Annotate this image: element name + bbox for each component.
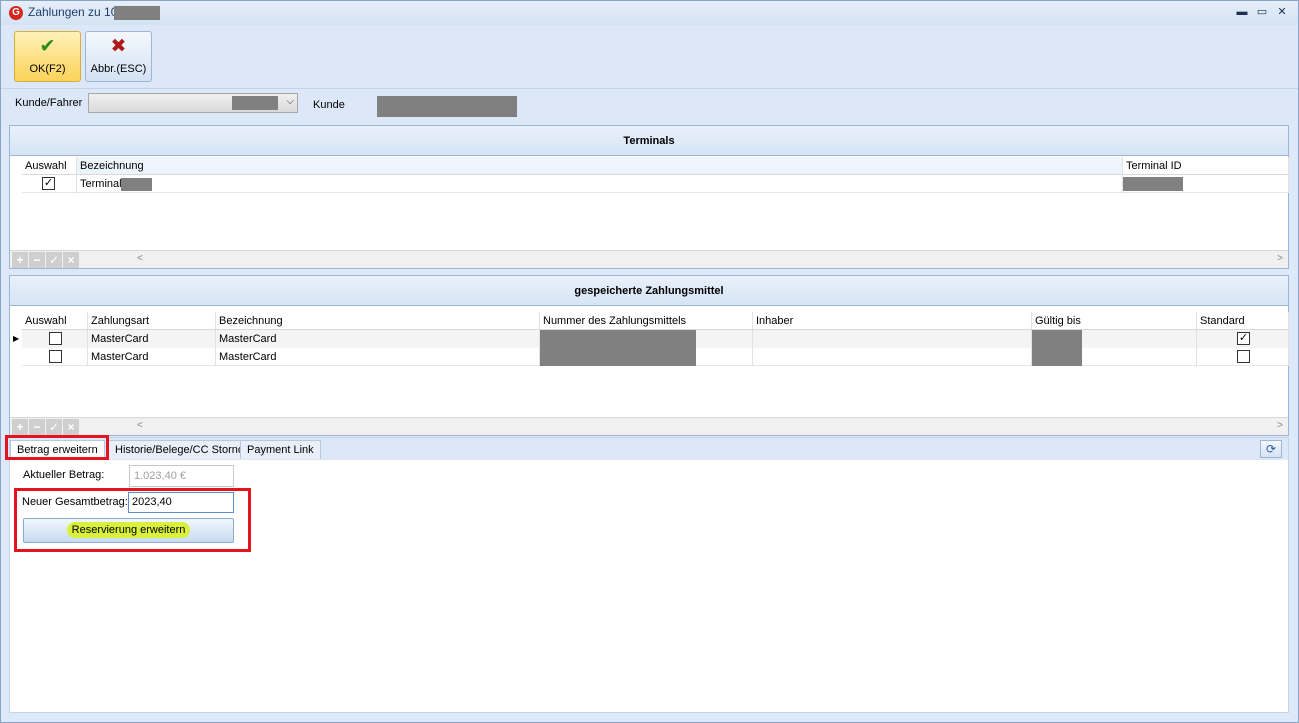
cross-icon: ✖ [110,36,127,57]
payment-select-checkbox[interactable] [49,332,62,345]
ok-button[interactable]: ✔ OK(F2) [14,31,81,82]
payment-methods-grid: Auswahl Zahlungsart Bezeichnung Nummer d… [10,312,1289,418]
column-header-inhaber[interactable]: Inhaber [753,312,1032,330]
terminal-id-cell[interactable] [1123,175,1289,193]
terminals-grid: Auswahl Bezeichnung Terminal ID ✓ Termin… [10,157,1289,251]
column-header-nummer[interactable]: Nummer des Zahlungsmittels [540,312,753,330]
payment-holder-cell[interactable] [753,348,1032,366]
standard-checkbox[interactable]: ✓ [1237,332,1250,345]
driver-combobox[interactable]: ⌵ [88,93,298,113]
column-header-bezeichnung[interactable]: Bezeichnung [77,157,1123,175]
scroll-left-icon[interactable]: < [137,253,143,264]
minimize-button[interactable]: ▬ [1233,4,1251,20]
terminal-select-checkbox[interactable]: ✓ [42,177,55,190]
table-row[interactable] [22,330,88,348]
payment-standard-cell[interactable] [1197,348,1289,366]
annotation-box-tab [5,435,109,460]
tab-payment-link[interactable]: Payment Link [240,440,321,459]
redacted-valid-dates [1032,330,1082,366]
current-row-indicator-icon: ▶ [13,334,20,343]
payment-methods-navigator: + − ✓ × < > [10,417,1288,435]
scroll-right-icon[interactable]: > [1277,253,1283,264]
payment-type-cell[interactable]: MasterCard [88,330,216,348]
annotation-box-form [14,488,251,552]
redacted-title-number [114,6,160,20]
column-header-standard[interactable]: Standard [1197,312,1289,330]
column-header-auswahl[interactable]: Auswahl [22,157,77,175]
title-bar: G Zahlungen zu 10 ▬ ▭ ✕ [1,1,1298,25]
redacted-driver-value [232,96,278,110]
table-row[interactable]: ✓ [22,175,77,193]
redacted-terminal-name [121,178,152,191]
payment-name-cell[interactable]: MasterCard [216,348,540,366]
refresh-icon[interactable]: ⟳ [1260,440,1282,458]
scroll-left-icon[interactable]: < [137,420,143,431]
confirm-icon[interactable]: ✓ [46,419,62,435]
current-amount-field: 1.023,40 € [129,465,234,487]
toolbar: ✔ OK(F2) ✖ Abbr.(ESC) [1,25,1298,89]
cancel-button[interactable]: ✖ Abbr.(ESC) [85,31,152,82]
standard-checkbox[interactable] [1237,350,1250,363]
maximize-button[interactable]: ▭ [1253,4,1271,20]
payment-holder-cell[interactable] [753,330,1032,348]
column-header-bezeichnung[interactable]: Bezeichnung [216,312,540,330]
cancel-button-label: Abbr.(ESC) [90,63,147,75]
close-button[interactable]: ✕ [1273,4,1291,20]
column-header-gueltig-bis[interactable]: Gültig bis [1032,312,1197,330]
app-logo-icon: G [9,6,23,20]
ok-button-label: OK(F2) [29,63,66,75]
terminals-navigator: + − ✓ × < > [10,250,1288,268]
tab-historie[interactable]: Historie/Belege/CC Storno [108,440,252,459]
cancel-edit-icon[interactable]: × [63,252,79,268]
add-icon[interactable]: + [12,252,28,268]
terminal-name: Terminal [80,178,122,190]
terminals-section: Terminals Auswahl Bezeichnung Terminal I… [9,125,1289,269]
chevron-down-icon[interactable]: ⌵ [286,96,294,107]
redacted-card-numbers [540,330,696,366]
tabs-panel: Betrag erweitern Historie/Belege/CC Stor… [9,437,1289,713]
terminal-name-cell[interactable]: Terminal [77,175,1123,193]
tab-strip: Betrag erweitern Historie/Belege/CC Stor… [10,438,1288,460]
column-header-zahlungsart[interactable]: Zahlungsart [88,312,216,330]
current-amount-label: Aktueller Betrag: [23,469,105,481]
payment-window: G Zahlungen zu 10 ▬ ▭ ✕ ✔ OK(F2) ✖ Abbr.… [0,0,1299,723]
table-row[interactable] [22,348,88,366]
terminals-title: Terminals [10,126,1288,156]
payment-type-cell[interactable]: MasterCard [88,348,216,366]
redacted-customer-value [377,96,517,117]
confirm-icon[interactable]: ✓ [46,252,62,268]
remove-icon[interactable]: − [29,419,45,435]
scroll-right-icon[interactable]: > [1277,420,1283,431]
payment-select-checkbox[interactable] [49,350,62,363]
redacted-terminal-id [1123,177,1183,191]
window-title: Zahlungen zu 10 [28,5,118,19]
remove-icon[interactable]: − [29,252,45,268]
payment-standard-cell[interactable]: ✓ [1197,330,1289,348]
add-icon[interactable]: + [12,419,28,435]
customer-label: Kunde [313,99,345,111]
payment-methods-title: gespeicherte Zahlungsmittel [10,276,1288,306]
column-header-auswahl[interactable]: Auswahl [22,312,88,330]
column-header-terminal-id[interactable]: Terminal ID [1123,157,1289,175]
driver-label: Kunde/Fahrer [15,97,83,109]
payment-methods-section: gespeicherte Zahlungsmittel Auswahl Zahl… [9,275,1289,436]
payment-name-cell[interactable]: MasterCard [216,330,540,348]
customer-filter-bar: Kunde/Fahrer ⌵ Kunde [1,89,1298,124]
checkmark-icon: ✔ [39,36,56,57]
cancel-edit-icon[interactable]: × [63,419,79,435]
